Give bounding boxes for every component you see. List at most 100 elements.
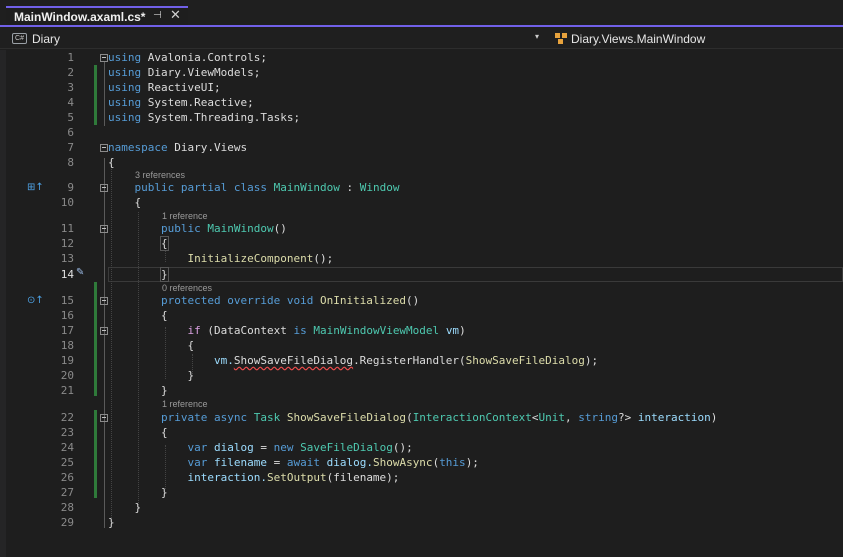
line-number: 4	[67, 96, 74, 109]
member-dropdown[interactable]: Diary.Views.MainWindow	[555, 30, 705, 47]
call-end: ();	[392, 441, 413, 454]
line-number: 29	[60, 516, 74, 529]
code-line: 28 }	[0, 500, 843, 515]
method-name: OnInitialized	[319, 294, 407, 307]
brace: {	[108, 156, 115, 169]
type-name: Task	[253, 411, 281, 424]
method-name: ShowSaveFileDialog	[286, 411, 407, 424]
parameter-name: interaction.	[187, 471, 267, 484]
line-number: 22	[60, 411, 74, 424]
line-number: 2	[67, 66, 74, 79]
code-editor[interactable]: ⊞↑ ⊙↑ ✎ 1 using Avalonia.Controls; 2 usi…	[0, 50, 843, 557]
brace: }	[108, 516, 115, 529]
keyword: public	[134, 181, 175, 194]
fold-toggle-icon[interactable]	[100, 184, 108, 192]
fold-toggle-icon[interactable]	[100, 414, 108, 422]
parens: ()	[406, 294, 420, 307]
parens: ()	[273, 222, 287, 235]
method-name: ShowAsync	[372, 456, 433, 469]
call-end: ();	[313, 252, 334, 265]
method-call: .RegisterHandler(	[353, 354, 466, 367]
paren: (	[406, 411, 413, 424]
control-keyword: if	[187, 324, 201, 337]
namespace-name: Diary.ViewModels;	[147, 66, 261, 79]
code-line: 5 using System.Threading.Tasks;	[0, 110, 843, 125]
call-end: );	[465, 456, 479, 469]
code-line: 17 if (DataContext is MainWindowViewMode…	[0, 323, 843, 338]
code-line: 21 }	[0, 383, 843, 398]
keyword: this	[439, 456, 466, 469]
expression: (DataContext	[207, 324, 287, 337]
code-line: 11 public MainWindow()	[0, 221, 843, 236]
line-number: 26	[60, 471, 74, 484]
close-icon[interactable]: ✕	[170, 8, 181, 23]
line-number: 17	[60, 324, 74, 337]
keyword: var	[187, 441, 208, 454]
parameter-name: interaction	[637, 411, 711, 424]
code-line: 18 {	[0, 338, 843, 353]
line-number: 28	[60, 501, 74, 514]
line-number: 5	[67, 111, 74, 124]
fold-toggle-icon[interactable]	[100, 225, 108, 233]
line-number: 15	[60, 294, 74, 307]
code-line: 8 {	[0, 155, 843, 170]
operator: ,	[565, 411, 572, 424]
call-args: (filename);	[326, 471, 400, 484]
paren: )	[710, 411, 718, 424]
code-line: 10 {	[0, 195, 843, 210]
code-line: 29 }	[0, 515, 843, 530]
keyword: partial	[180, 181, 228, 194]
type-name: Unit	[538, 411, 566, 424]
keyword: await	[286, 456, 320, 469]
project-dropdown[interactable]: C# Diary	[8, 30, 548, 47]
call-end: );	[584, 354, 599, 367]
document-tab-strip: MainWindow.axaml.cs* ⊣ ✕	[0, 0, 843, 28]
keyword: new	[273, 441, 294, 454]
keyword: is	[293, 324, 307, 337]
namespace-name: ReactiveUI;	[147, 81, 221, 94]
fold-toggle-icon[interactable]	[100, 144, 108, 152]
keyword: class	[233, 181, 267, 194]
chevron-down-icon[interactable]: ▾	[535, 32, 539, 41]
brace: {	[187, 339, 195, 352]
document-tab[interactable]: MainWindow.axaml.cs* ⊣ ✕	[6, 6, 188, 26]
fold-toggle-icon[interactable]	[100, 327, 108, 335]
code-line-active: 14 }	[0, 267, 843, 282]
line-number: 7	[67, 141, 74, 154]
line-number: 20	[60, 369, 74, 382]
code-line: 13 InitializeComponent();	[0, 251, 843, 266]
project-name: Diary	[32, 31, 61, 46]
keyword: async	[213, 411, 248, 424]
brace: {	[160, 426, 168, 439]
code-line: 1 using Avalonia.Controls;	[0, 50, 843, 65]
keyword: void	[286, 294, 314, 307]
code-line: 26 interaction.SetOutput(filename);	[0, 470, 843, 485]
operator: :	[346, 181, 354, 194]
namespace-name: System.Threading.Tasks;	[147, 111, 301, 124]
pin-icon[interactable]: ⊣	[153, 10, 162, 21]
codelens-references[interactable]: 1 reference	[162, 399, 208, 410]
code-line: 12 {	[0, 236, 843, 251]
code-line: 19 vm.ShowSaveFileDialog.RegisterHandler…	[0, 353, 843, 368]
brace: {	[160, 236, 169, 251]
keyword: using	[108, 81, 142, 94]
fold-toggle-icon[interactable]	[100, 297, 108, 305]
code-line: 15 protected override void OnInitialized…	[0, 293, 843, 308]
line-number: 23	[60, 426, 74, 439]
operator: =	[260, 441, 267, 454]
namespace-name: System.Reactive;	[147, 96, 254, 109]
brace: }	[160, 267, 169, 282]
member-name: Diary.Views.MainWindow	[571, 31, 706, 46]
code-line: 24 var dialog = new SaveFileDialog();	[0, 440, 843, 455]
csharp-file-icon: C#	[12, 33, 27, 44]
code-line: 3 using ReactiveUI;	[0, 80, 843, 95]
line-number: 6	[67, 126, 74, 139]
code-line: 23 {	[0, 425, 843, 440]
namespace-name: Diary.Views	[174, 141, 248, 154]
keyword: var	[187, 456, 208, 469]
fold-toggle-icon[interactable]	[100, 54, 108, 62]
code-line: 2 using Diary.ViewModels;	[0, 65, 843, 80]
brace: {	[134, 196, 142, 209]
error-squiggle-member[interactable]: ShowSaveFileDialog	[234, 354, 353, 367]
line-number: 16	[60, 309, 74, 322]
